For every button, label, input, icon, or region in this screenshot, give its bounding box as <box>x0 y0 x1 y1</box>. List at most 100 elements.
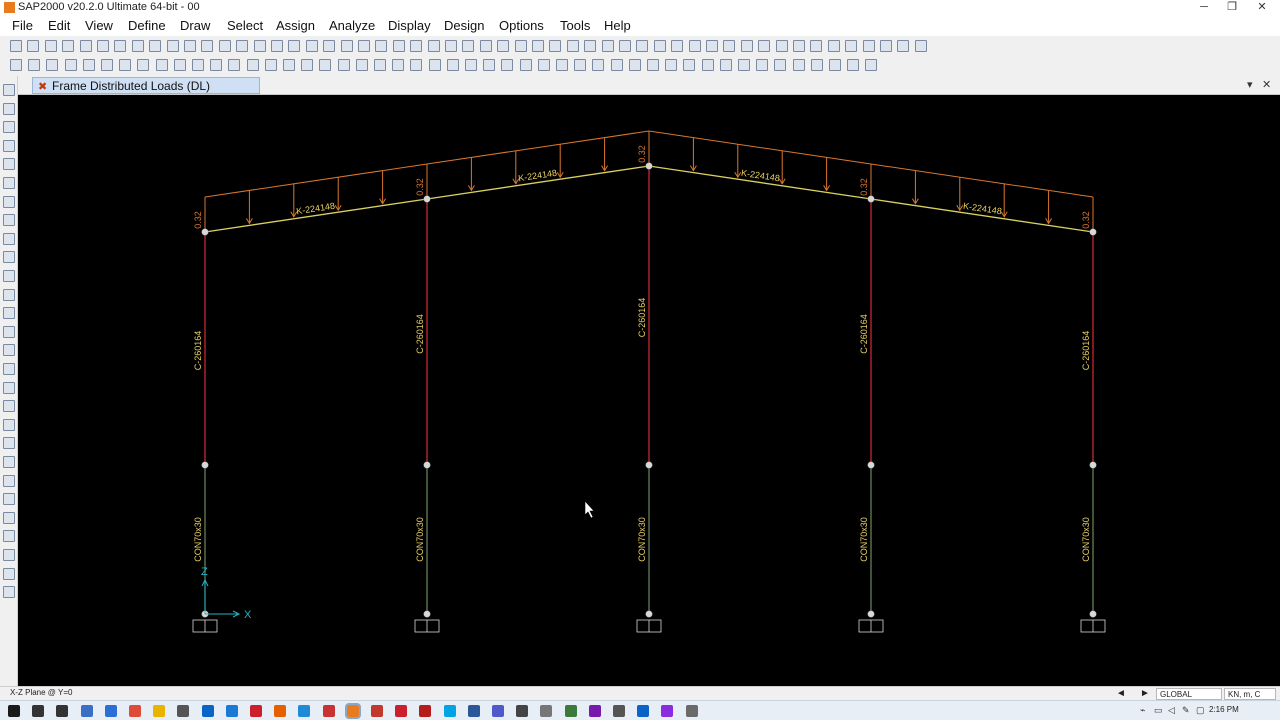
settings-icon[interactable] <box>613 705 625 717</box>
dimension-icon[interactable] <box>246 59 259 71</box>
section-cut-draw-icon[interactable] <box>264 59 277 71</box>
replicate-icon[interactable] <box>827 40 840 52</box>
support-icon[interactable] <box>740 40 753 52</box>
area-icon[interactable] <box>619 40 631 52</box>
save-icon[interactable] <box>44 40 57 52</box>
units-select[interactable]: KN, m, C <box>1224 688 1276 700</box>
quick-frame-icon[interactable] <box>101 59 113 71</box>
reference-point-icon[interactable] <box>3 400 15 413</box>
aluminum-design-icon[interactable] <box>865 59 878 71</box>
lock-icon[interactable] <box>131 40 144 52</box>
brace-draw-icon[interactable] <box>3 177 15 189</box>
rect-area-icon[interactable] <box>3 232 15 245</box>
close-window-button[interactable]: ✕ <box>1248 0 1276 16</box>
snipping-icon[interactable] <box>661 705 674 717</box>
cut-icon[interactable] <box>758 40 771 52</box>
joint-draw-icon[interactable] <box>3 121 15 134</box>
story-drift-icon[interactable] <box>792 59 805 71</box>
spring-draw-icon[interactable] <box>3 344 15 357</box>
influence-icon[interactable] <box>774 59 787 71</box>
menu-file[interactable]: File <box>12 18 33 33</box>
menu-options[interactable]: Options <box>499 18 544 33</box>
active-app-icon[interactable] <box>685 705 698 717</box>
joint-pattern-icon[interactable] <box>628 59 641 71</box>
area-thickness-icon[interactable] <box>574 59 587 71</box>
menu-design[interactable]: Design <box>444 18 484 33</box>
text-icon[interactable] <box>688 40 701 52</box>
reshape-icon[interactable] <box>3 102 15 115</box>
notepad-icon[interactable] <box>564 705 577 717</box>
frame-icon[interactable] <box>566 40 579 52</box>
section-cut-icon[interactable] <box>671 40 684 52</box>
join-icon[interactable] <box>897 40 910 52</box>
restraint-icon[interactable] <box>392 59 405 71</box>
prev-view-icon[interactable]: ◄ <box>1116 688 1126 699</box>
zoom-rubber-band-icon[interactable] <box>184 40 196 52</box>
constraint-icon[interactable] <box>410 59 423 71</box>
network-icon[interactable]: ⌁ <box>1140 705 1145 716</box>
minimize-button[interactable]: ─ <box>1190 0 1218 16</box>
view-xz-icon[interactable] <box>340 40 353 52</box>
dimension-icon[interactable] <box>3 381 15 394</box>
select-icon[interactable] <box>10 59 22 71</box>
solid-icon[interactable] <box>636 40 649 52</box>
move-up-icon[interactable] <box>427 40 440 52</box>
show-all-icon[interactable] <box>462 40 475 52</box>
chrome-icon[interactable] <box>129 705 141 717</box>
solid-draw-icon[interactable] <box>210 59 223 71</box>
view-nv-icon[interactable] <box>375 40 388 52</box>
delete-icon[interactable] <box>810 40 823 52</box>
zoom-in-icon[interactable] <box>218 40 231 52</box>
menu-draw[interactable]: Draw <box>180 18 210 33</box>
concrete-design-icon[interactable] <box>847 59 860 71</box>
reference-line-icon[interactable] <box>283 59 295 71</box>
coordinate-system-select[interactable]: GLOBAL <box>1156 688 1222 700</box>
edge-icon[interactable] <box>225 705 238 717</box>
move-down-icon[interactable] <box>445 40 457 52</box>
menu-assign[interactable]: Assign <box>276 18 315 33</box>
run-stop-icon[interactable] <box>166 40 179 52</box>
secondary-beam-icon[interactable] <box>3 195 15 208</box>
area-draw-icon[interactable] <box>3 214 15 227</box>
menu-help[interactable]: Help <box>604 18 631 33</box>
store-icon[interactable] <box>177 705 190 717</box>
restore-button[interactable]: ❐ <box>1218 0 1246 16</box>
rotate-icon[interactable] <box>288 40 301 52</box>
menu-define[interactable]: Define <box>128 18 166 33</box>
snap-joint-icon[interactable] <box>3 418 15 431</box>
mass-icon[interactable] <box>428 59 441 71</box>
start-icon[interactable] <box>8 705 20 717</box>
reshape-icon[interactable] <box>914 40 927 52</box>
check-icon[interactable] <box>479 40 492 52</box>
snap-icon[interactable] <box>862 40 875 52</box>
frame-release-icon[interactable] <box>519 59 532 71</box>
next-view-icon[interactable]: ► <box>1140 688 1150 699</box>
tendon-draw-icon[interactable] <box>3 307 15 320</box>
snap-line-icon[interactable] <box>3 437 15 450</box>
rect-area-icon[interactable] <box>173 59 186 71</box>
options-icon[interactable] <box>549 40 562 52</box>
opera-icon[interactable] <box>250 705 262 717</box>
perspective-icon[interactable] <box>410 40 423 52</box>
rotate-left-icon[interactable] <box>392 40 405 52</box>
zoom-out-icon[interactable] <box>236 40 249 52</box>
cable-draw-icon[interactable] <box>355 59 368 71</box>
cable-draw-icon[interactable] <box>3 325 15 338</box>
firefox-icon[interactable] <box>274 705 287 717</box>
virtual-work-icon[interactable] <box>756 59 769 71</box>
word-icon[interactable] <box>467 705 480 717</box>
tab-frame-distributed-loads[interactable]: ✖ Frame Distributed Loads (DL) <box>32 77 260 94</box>
volume-icon[interactable]: ◁ <box>1168 705 1175 716</box>
joint-icon[interactable] <box>46 59 59 71</box>
spring-icon[interactable] <box>723 40 736 52</box>
onenote-icon[interactable] <box>588 705 601 717</box>
spring-draw-icon[interactable] <box>374 59 386 71</box>
frame-insertion-icon[interactable] <box>556 59 568 71</box>
ime-icon[interactable]: ✎ <box>1182 705 1190 716</box>
run-analysis-icon[interactable] <box>149 40 162 52</box>
zoom-all-icon[interactable] <box>201 40 214 52</box>
menu-select[interactable]: Select <box>227 18 263 33</box>
skype-icon[interactable] <box>443 705 456 717</box>
quick-frame-icon[interactable] <box>3 158 15 171</box>
table-icon[interactable] <box>706 40 718 52</box>
